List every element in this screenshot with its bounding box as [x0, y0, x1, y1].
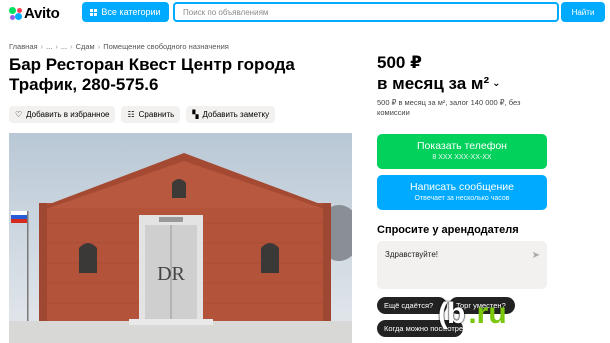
grid-icon — [90, 8, 98, 16]
masked-phone: 8 XXX XXX-XX-XX — [432, 154, 492, 161]
compare-icon: ☷ — [127, 110, 135, 119]
avito-logo[interactable]: Avito — [9, 5, 60, 22]
breadcrumb-separator: › — [97, 42, 101, 51]
breadcrumb-separator: › — [40, 42, 44, 51]
breadcrumb: Главная › ... › ... › Сдам › Помещение с… — [9, 42, 229, 51]
watermark-logo: (b — [438, 297, 465, 330]
price-period-label: в месяц за м² — [377, 74, 490, 93]
logo-text: Avito — [24, 5, 60, 22]
ask-message-input[interactable]: Здравствуйте! ➤ — [377, 241, 547, 289]
note-icon: ▚ — [192, 110, 199, 119]
building-photo: DR — [9, 133, 352, 343]
site-watermark: (b .ru — [438, 297, 507, 331]
compare-label: Сравнить — [138, 110, 175, 119]
add-note-button[interactable]: ▚ Добавить заметку — [186, 106, 276, 123]
favorite-label: Добавить в избранное — [26, 110, 110, 119]
entrance-sign-letters: DR — [157, 263, 185, 285]
heart-icon: ♡ — [15, 110, 23, 119]
price-amount: 500 ₽ — [377, 53, 422, 72]
add-to-favorites-button[interactable]: ♡ Добавить в избранное — [9, 106, 116, 123]
price-details: 500 ₽ в месяц за м², залог 140 000 ₽, бе… — [377, 98, 521, 117]
write-message-label: Написать сообщение — [410, 181, 514, 193]
response-time: Отвечает за несколько часов — [414, 195, 510, 202]
show-phone-label: Показать телефон — [417, 140, 507, 152]
chevron-down-icon: ⌄ — [492, 78, 501, 89]
listing-actions: ♡ Добавить в избранное ☷ Сравнить ▚ Доба… — [9, 106, 276, 123]
breadcrumb-item-home[interactable]: Главная — [9, 42, 38, 51]
ask-message-text: Здравствуйте! — [385, 250, 439, 259]
breadcrumb-item-rent[interactable]: Сдам — [76, 42, 95, 51]
ask-landlord-heading: Спросите у арендодателя — [377, 224, 519, 236]
breadcrumb-separator: › — [55, 42, 58, 51]
send-icon[interactable]: ➤ — [532, 250, 540, 261]
all-categories-label: Все категории — [101, 7, 161, 17]
show-phone-button[interactable]: Показать телефон 8 XXX XXX-XX-XX — [377, 134, 547, 169]
price-period-selector[interactable]: в месяц за м² ⌄ — [377, 74, 501, 94]
listing-photo[interactable]: DR — [9, 133, 352, 343]
avito-logo-icon — [9, 7, 22, 20]
listing-title: Бар Ресторан Квест Центр города Трафик, … — [9, 55, 295, 94]
search-button[interactable]: Найти — [561, 2, 605, 22]
breadcrumb-item[interactable]: ... — [61, 42, 67, 51]
search-input[interactable]: Поиск по объявлениям — [173, 2, 559, 22]
watermark-domain: .ru — [468, 297, 507, 330]
quick-question-chip[interactable]: Ещё сдаётся? — [377, 297, 447, 314]
search-placeholder: Поиск по объявлениям — [183, 7, 269, 17]
all-categories-button[interactable]: Все категории — [82, 2, 169, 22]
breadcrumb-item-category[interactable]: Помещение свободного назначения — [103, 42, 229, 51]
write-message-button[interactable]: Написать сообщение Отвечает за несколько… — [377, 175, 547, 210]
breadcrumb-item[interactable]: ... — [46, 42, 52, 51]
note-label: Добавить заметку — [202, 110, 270, 119]
breadcrumb-separator: › — [70, 42, 73, 51]
compare-button[interactable]: ☷ Сравнить — [121, 106, 181, 123]
